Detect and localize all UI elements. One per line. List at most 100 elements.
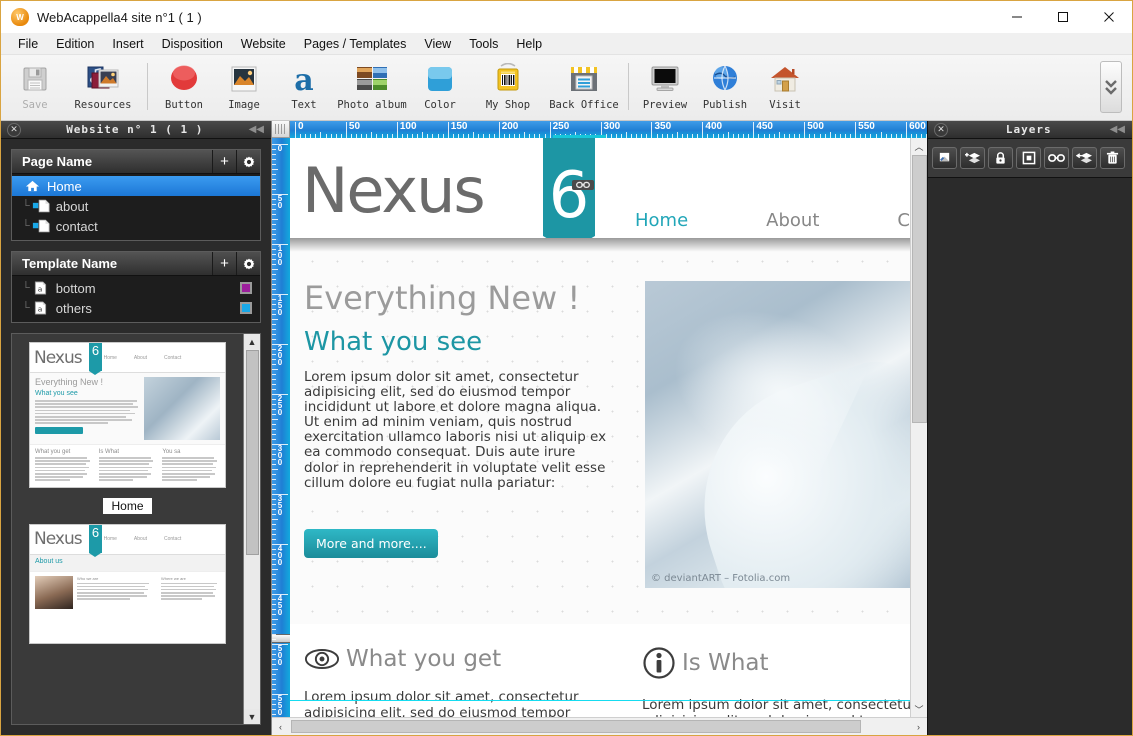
toolbar-save-button[interactable]: Save <box>5 57 65 120</box>
minimize-button[interactable] <box>994 1 1040 33</box>
page-settings-button[interactable] <box>236 150 260 173</box>
template-item-bottom[interactable]: └ a bottom <box>12 278 260 298</box>
menu-view[interactable]: View <box>415 35 460 53</box>
ruler-label: 0 <box>277 408 283 417</box>
menu-insert[interactable]: Insert <box>103 35 152 53</box>
site-nav: Home About Conta <box>635 210 910 231</box>
ruler-label: 0 <box>298 121 304 132</box>
toolbar-color-button[interactable]: Color <box>410 57 470 120</box>
toolbar-button-button[interactable]: Button <box>154 57 214 120</box>
chevron-down-icon[interactable]: ﹀ <box>911 701 928 717</box>
hero-image[interactable]: © deviantART – Fotolia.com <box>645 281 910 588</box>
chevron-up-icon[interactable]: ︿ <box>911 138 928 154</box>
add-template-button[interactable]: + <box>212 252 236 275</box>
delete-layer-icon[interactable] <box>1100 147 1125 169</box>
site-header[interactable]: Nexus 6 Home About Conta <box>290 138 910 251</box>
ruler-corner[interactable] <box>272 121 290 138</box>
maximize-button[interactable] <box>1040 1 1086 33</box>
template-name-title: Template Name <box>22 256 118 271</box>
content-column-2[interactable]: Is What Lorem ipsum dolor sit amet, cons… <box>642 646 910 717</box>
ruler-tick <box>272 529 276 530</box>
close-button[interactable] <box>1086 1 1132 33</box>
toolbar-image-button[interactable]: Image <box>214 57 274 120</box>
template-settings-button[interactable] <box>236 252 260 275</box>
add-layer-icon[interactable] <box>960 147 985 169</box>
collapse-icon[interactable]: ◀◀ <box>1110 124 1125 135</box>
canvas-horizontal-scrollbar[interactable]: ‹ › <box>272 717 927 735</box>
page-item-contact[interactable]: └ contact <box>12 216 260 236</box>
toolbar-preview-button[interactable]: Preview <box>635 57 695 120</box>
thumbnail-scrollbar[interactable]: ▲ ▼ <box>243 334 260 724</box>
menu-pages-templates[interactable]: Pages / Templates <box>295 35 416 53</box>
more-and-more-button[interactable]: More and more.... <box>304 529 438 558</box>
ruler-tick <box>272 209 276 210</box>
toolbar-text-button[interactable]: a Text <box>274 57 334 120</box>
mini-paragraph <box>35 400 139 424</box>
nav-item-contact[interactable]: Conta <box>897 210 910 231</box>
thumbnail-scrollbar-thumb[interactable] <box>245 350 259 555</box>
link-chain-icon[interactable] <box>572 180 594 190</box>
page-item-home[interactable]: Home <box>12 176 260 196</box>
ruler-tick <box>272 689 276 690</box>
nav-item-about[interactable]: About <box>766 210 819 231</box>
template-color-swatch[interactable] <box>240 302 252 314</box>
template-color-swatch[interactable] <box>240 282 252 294</box>
ruler-label: 500 <box>807 121 824 132</box>
chevron-down-icon[interactable]: ▼ <box>243 709 260 724</box>
template-file-icon: a <box>31 301 51 315</box>
eye-icon <box>304 647 340 671</box>
toolbar-overflow-button[interactable] <box>1100 61 1122 113</box>
chevron-up-icon[interactable]: ▲ <box>243 334 260 349</box>
thumbnail-about[interactable]: Nexus 6 Home About Contact About us Who … <box>29 523 226 644</box>
column-title: Is What <box>682 650 769 676</box>
horizontal-ruler[interactable]: 0 50 100 150 200 250 300 350 400 450 500 550 600 <box>290 121 927 138</box>
bring-to-front-icon[interactable] <box>932 147 957 169</box>
website-panel-title: Website n° 1 ( 1 ) <box>66 123 204 136</box>
content-paragraph[interactable]: Lorem ipsum dolor sit amet, consectetur … <box>304 369 609 491</box>
thumbnail-home[interactable]: Nexus 6 Home About Contact Everything Ne… <box>29 342 226 488</box>
template-item-others[interactable]: └ a others <box>12 298 260 318</box>
color-blue-square-icon <box>425 61 455 97</box>
page-canvas[interactable]: Nexus 6 Home About Conta <box>290 138 910 717</box>
content-heading-1[interactable]: Everything New ! <box>304 279 580 317</box>
toolbar-resources-button[interactable]: Resources <box>65 57 141 120</box>
horizontal-guide[interactable] <box>290 700 910 701</box>
content-column-1[interactable]: What you get Lorem ipsum dolor sit amet,… <box>304 646 584 717</box>
toolbar-publish-button[interactable]: Publish <box>695 57 755 120</box>
collapse-icon[interactable]: ◀◀ <box>249 124 264 135</box>
add-page-button[interactable]: + <box>212 150 236 173</box>
window-controls <box>994 1 1132 33</box>
layers-panel: ✕ Layers ◀◀ <box>927 121 1132 735</box>
vertical-ruler[interactable]: 050100150200250300350400450500550 <box>272 138 290 717</box>
toolbar-separator-2 <box>628 63 629 110</box>
horizontal-scrollbar-thumb[interactable] <box>291 720 861 733</box>
menu-edition[interactable]: Edition <box>47 35 103 53</box>
chevron-left-icon[interactable]: ‹ <box>272 718 289 735</box>
toolbar-visit-button[interactable]: Visit <box>755 57 815 120</box>
page-item-about[interactable]: └ about <box>12 196 260 216</box>
content-heading-2[interactable]: What you see <box>304 327 482 357</box>
thumbnail-caption-wrap: Home <box>18 494 237 524</box>
chevron-right-icon[interactable]: › <box>910 718 927 735</box>
toolbar-photo-album-button[interactable]: Photo album <box>334 57 410 120</box>
vertical-scrollbar-thumb[interactable] <box>911 155 927 423</box>
menu-disposition[interactable]: Disposition <box>153 35 232 53</box>
link-layers-icon[interactable] <box>1044 147 1069 169</box>
lock-layer-icon[interactable] <box>988 147 1013 169</box>
gear-icon <box>242 257 256 271</box>
canvas-vertical-scrollbar[interactable]: ︿ ﹀ <box>910 138 927 717</box>
menu-file[interactable]: File <box>9 35 47 53</box>
select-layer-icon[interactable] <box>1016 147 1041 169</box>
menu-tools[interactable]: Tools <box>460 35 507 53</box>
toolbar-back-office-button[interactable]: Back Office <box>546 57 622 120</box>
nav-item-home[interactable]: Home <box>635 210 688 231</box>
close-circle-icon[interactable]: ✕ <box>934 122 948 137</box>
send-backward-icon[interactable] <box>1072 147 1097 169</box>
layer-list[interactable] <box>928 178 1132 735</box>
menu-help[interactable]: Help <box>507 35 551 53</box>
toolbar-my-shop-button[interactable]: My Shop <box>470 57 546 120</box>
svg-text:a: a <box>38 304 43 313</box>
menu-website[interactable]: Website <box>232 35 295 53</box>
close-circle-icon[interactable]: ✕ <box>7 122 21 137</box>
title-bar: W WebAcappella4 site n°1 ( 1 ) <box>1 1 1132 33</box>
